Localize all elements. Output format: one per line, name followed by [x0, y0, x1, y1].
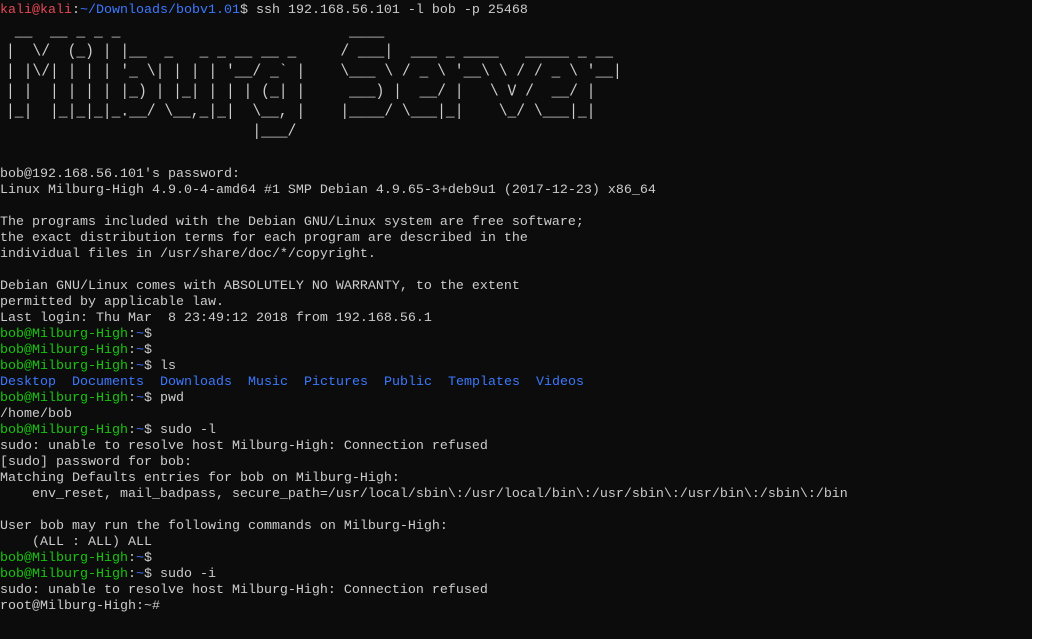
output-line: Matching Defaults entries for bob on Mil… — [0, 471, 400, 486]
output-line: (ALL : ALL) ALL — [0, 535, 152, 550]
output-line: /home/bob — [0, 407, 72, 422]
output-line: sudo: unable to resolve host Milburg-Hig… — [0, 439, 488, 454]
bob-prompt-line: bob@Milburg-High:~$ — [0, 551, 1040, 567]
command-text: pwd — [159, 391, 184, 406]
prompt-user: bob@Milburg-High — [0, 327, 128, 342]
prompt-sep: : — [127, 551, 136, 566]
prompt-path: ~ — [135, 359, 144, 374]
output-line: The programs included with the Debian GN… — [0, 215, 584, 230]
dir-entry: Desktop — [0, 375, 56, 390]
prompt-end: $ — [143, 391, 160, 406]
prompt-end: $ — [239, 3, 256, 18]
prompt-path: ~ — [135, 423, 144, 438]
prompt-sep: : — [71, 3, 80, 18]
kali-prompt-line: kali@kali:~/Downloads/bobv1.01$ ssh 192.… — [0, 3, 1040, 19]
command-text: ls — [159, 359, 176, 374]
prompt-sep: : — [127, 359, 136, 374]
ls-output-line: Desktop Documents Downloads Music Pictur… — [0, 375, 1040, 391]
dir-entry: Public — [383, 375, 432, 390]
command-text: ssh 192.168.56.101 -l bob -p 25468 — [255, 3, 528, 18]
bob-prompt-line: bob@Milburg-High:~$ ls — [0, 359, 1040, 375]
prompt-path: ~ — [135, 327, 144, 342]
dir-entry: Downloads — [159, 375, 232, 390]
prompt-user: bob@Milburg-High — [0, 359, 128, 374]
prompt-sep: : — [127, 327, 136, 342]
output-line: permitted by applicable law. — [0, 295, 224, 310]
prompt-user: bob@Milburg-High — [0, 551, 128, 566]
prompt-sep: : — [127, 423, 136, 438]
prompt-sep: : — [127, 343, 136, 358]
prompt-end: $ — [143, 359, 160, 374]
dir-entry: Documents — [72, 375, 144, 390]
prompt-user: bob@Milburg-High — [0, 343, 128, 358]
prompt-path: ~/Downloads/bobv1.01 — [79, 3, 240, 18]
prompt-user: bob@Milburg-High — [0, 391, 128, 406]
dir-entry: Templates — [447, 375, 520, 390]
prompt-end: $ — [143, 327, 160, 342]
prompt-end: $ — [143, 343, 160, 358]
command-text: sudo -i — [159, 567, 216, 582]
prompt-sep: : — [127, 567, 136, 582]
bob-prompt-line: bob@Milburg-High:~$ — [0, 327, 1040, 343]
dir-entry: Pictures — [303, 375, 368, 390]
prompt-sep: : — [127, 391, 136, 406]
prompt-end: $ — [143, 551, 160, 566]
output-line: Debian GNU/Linux comes with ABSOLUTELY N… — [0, 279, 520, 294]
milburg-server-banner: __ __ _ _ _ ____ | \/ (_) | |__ _ _ _ __… — [6, 23, 622, 142]
output-line: the exact distribution terms for each pr… — [0, 231, 528, 246]
prompt-path: ~ — [135, 551, 144, 566]
command-text: sudo -l — [159, 423, 216, 438]
output-line: Last login: Thu Mar 8 23:49:12 2018 from… — [0, 311, 432, 326]
output-line: individual files in /usr/share/doc/*/cop… — [0, 247, 376, 262]
prompt-path: ~ — [135, 343, 144, 358]
terminal-window[interactable]: kali@kali:~/Downloads/bobv1.01$ ssh 192.… — [0, 0, 1040, 639]
output-line: [sudo] password for bob: — [0, 455, 192, 470]
bob-prompt-line: bob@Milburg-High:~$ sudo -i — [0, 567, 1040, 583]
prompt-path: ~ — [135, 567, 144, 582]
prompt-user: bob@Milburg-High — [0, 423, 128, 438]
bob-prompt-line: bob@Milburg-High:~$ — [0, 343, 1040, 359]
prompt-user: kali@kali — [0, 3, 72, 18]
bob-prompt-line: bob@Milburg-High:~$ sudo -l — [0, 423, 1040, 439]
output-line: env_reset, mail_badpass, secure_path=/us… — [0, 487, 848, 502]
prompt-path: ~ — [135, 391, 144, 406]
dir-entry: Music — [247, 375, 288, 390]
scrollbar[interactable] — [1032, 0, 1040, 639]
dir-entry: Videos — [535, 375, 584, 390]
root-prompt-line[interactable]: root@Milburg-High:~# — [0, 599, 1040, 615]
bob-prompt-line: bob@Milburg-High:~$ pwd — [0, 391, 1040, 407]
output-line: sudo: unable to resolve host Milburg-Hig… — [0, 583, 488, 598]
prompt-end: $ — [143, 567, 160, 582]
prompt-end: $ — [143, 423, 160, 438]
output-line: User bob may run the following commands … — [0, 519, 448, 534]
prompt-user: bob@Milburg-High — [0, 567, 128, 582]
